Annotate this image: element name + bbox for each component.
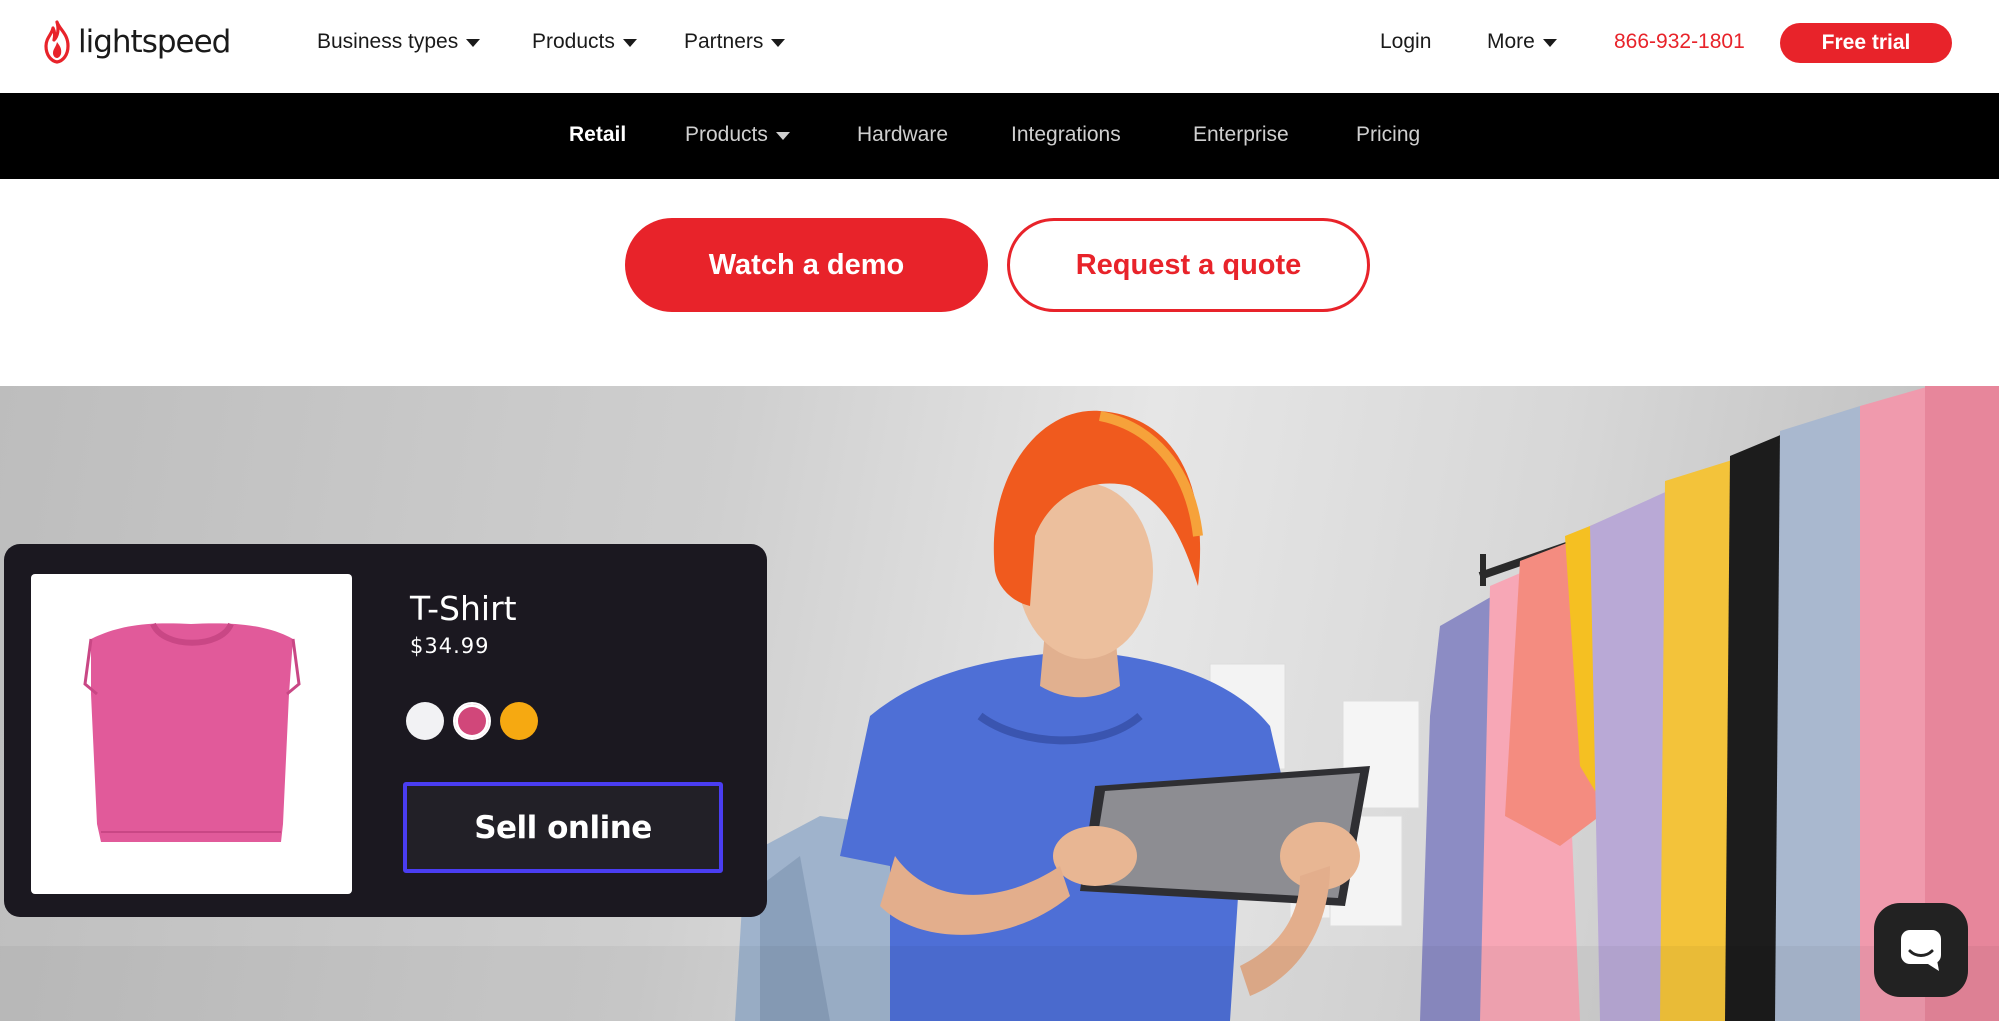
caret-down-icon bbox=[466, 39, 481, 47]
caret-down-icon bbox=[1542, 39, 1557, 47]
nav-label: Business types bbox=[317, 30, 459, 53]
pink-tshirt-image bbox=[83, 622, 301, 842]
login-link[interactable]: Login bbox=[1380, 30, 1431, 54]
nav-label: Partners bbox=[684, 30, 764, 53]
nav-business-types[interactable]: Business types bbox=[317, 30, 481, 54]
request-quote-button[interactable]: Request a quote bbox=[1007, 218, 1370, 312]
chat-launcher-button[interactable] bbox=[1874, 903, 1968, 997]
subnav-retail[interactable]: Retail bbox=[569, 123, 626, 147]
cta-section: Watch a demo Request a quote bbox=[0, 179, 1999, 386]
subnav-label: Products bbox=[685, 123, 768, 146]
phone-link[interactable]: 866-932-1801 bbox=[1614, 30, 1745, 54]
subnav-pricing[interactable]: Pricing bbox=[1356, 123, 1420, 147]
nav-partners[interactable]: Partners bbox=[684, 30, 786, 54]
subnav-label: Enterprise bbox=[1193, 123, 1289, 146]
nav-products[interactable]: Products bbox=[532, 30, 637, 54]
subnav-label: Integrations bbox=[1011, 123, 1121, 146]
swatch-yellow[interactable] bbox=[500, 702, 538, 740]
product-card: T-Shirt $34.99 Sell online bbox=[4, 544, 767, 917]
subnav-enterprise[interactable]: Enterprise bbox=[1193, 123, 1289, 147]
caret-down-icon bbox=[622, 39, 637, 47]
nav-label: Products bbox=[532, 30, 615, 53]
brand-name: lightspeed bbox=[78, 24, 231, 60]
swatch-white[interactable] bbox=[406, 702, 444, 740]
swatch-pink-selected[interactable] bbox=[453, 702, 491, 740]
caret-down-icon bbox=[775, 132, 790, 140]
lightspeed-logo[interactable]: lightspeed bbox=[42, 20, 231, 64]
product-title: T-Shirt bbox=[410, 589, 517, 628]
subnav-label: Retail bbox=[569, 123, 627, 146]
subnav-products[interactable]: Products bbox=[685, 123, 790, 147]
subnav-hardware[interactable]: Hardware bbox=[857, 123, 948, 147]
product-price: $34.99 bbox=[410, 634, 490, 658]
flame-icon bbox=[44, 20, 70, 64]
nav-label: More bbox=[1487, 30, 1535, 53]
subnav-label: Pricing bbox=[1356, 123, 1421, 146]
caret-down-icon bbox=[771, 39, 786, 47]
subnav-label: Hardware bbox=[857, 123, 949, 146]
sell-online-button[interactable]: Sell online bbox=[403, 782, 723, 873]
product-subnav: Retail Products Hardware Integrations En… bbox=[0, 93, 1999, 179]
chat-bubble-icon bbox=[1901, 930, 1941, 971]
product-image bbox=[31, 574, 352, 894]
nav-more[interactable]: More bbox=[1487, 30, 1557, 54]
free-trial-button[interactable]: Free trial bbox=[1780, 23, 1952, 63]
login-label: Login bbox=[1380, 30, 1432, 53]
watch-demo-button[interactable]: Watch a demo bbox=[625, 218, 988, 312]
top-navigation: lightspeed Business types Products Partn… bbox=[0, 0, 1999, 93]
subnav-integrations[interactable]: Integrations bbox=[1011, 123, 1121, 147]
